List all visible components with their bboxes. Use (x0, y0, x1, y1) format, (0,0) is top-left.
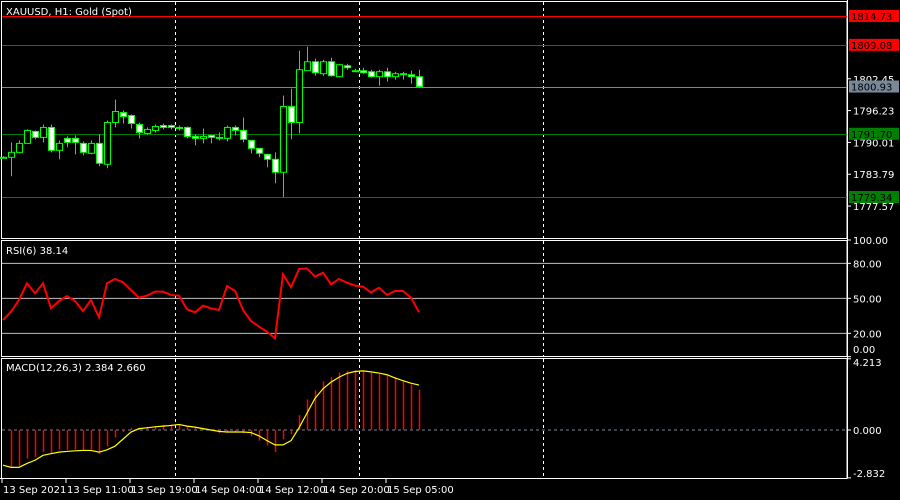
rsi-label: RSI(6) 38.14 (6, 246, 68, 257)
bear-candle (240, 129, 247, 140)
bear-candle (96, 142, 103, 164)
time-axis: 13 Sep 2021 13 Sep 11:0013 Sep 19:0014 Se… (0, 478, 847, 496)
bull-candle (304, 61, 311, 72)
macd-tick-label: -2.832 (853, 469, 885, 480)
bull-candle (352, 70, 359, 73)
bull-candle (176, 126, 183, 129)
chart-title: XAUUSD, H1: Gold (Spot) (6, 7, 132, 18)
time-tick-label: 15 Sep 05:00 (387, 485, 454, 496)
bear-candle (80, 142, 87, 153)
bear-candle (248, 139, 255, 149)
bull-candle (40, 126, 47, 138)
bear-candle (120, 112, 127, 117)
bear-candle (232, 126, 239, 131)
price-label: 1809.08 (851, 41, 892, 52)
bull-candle (144, 128, 151, 134)
bull-candle (200, 135, 207, 139)
bear-candle (64, 137, 71, 143)
bear-candle (264, 153, 271, 160)
macd-panel[interactable]: 4.213 0.000 -2.832 (1, 358, 886, 480)
rsi-tick-label: 0.00 (853, 345, 875, 356)
bear-candle (48, 126, 55, 151)
time-tick-label: 13 Sep 19:00 (131, 485, 198, 496)
price-label: 1800.93 (851, 83, 892, 94)
bear-candle (160, 124, 167, 128)
bear-candle (368, 71, 375, 78)
bear-candle (328, 61, 335, 77)
bear-candle (168, 124, 175, 128)
bull-candle (280, 106, 287, 173)
bear-candle (384, 71, 391, 78)
time-tick-label: 13 Sep 11:00 (67, 485, 134, 496)
bear-candle (272, 158, 279, 173)
macd-label: MACD(12,26,3) 2.384 2.660 (6, 363, 146, 374)
rsi-tick-label: 50.00 (853, 294, 882, 305)
bear-candle (208, 134, 215, 138)
rsi-panel[interactable]: 100.00 80.00 50.00 20.00 0.00 (1, 236, 889, 358)
time-tick-label: 14 Sep 20:00 (323, 485, 390, 496)
rsi-tick-label: 80.00 (853, 259, 882, 270)
bear-candle (288, 106, 295, 123)
bear-candle (136, 123, 143, 133)
price-tick-label: 1783.79 (853, 170, 894, 181)
macd-tick-label: 4.213 (853, 358, 882, 369)
bear-candle (32, 130, 39, 138)
bull-candle (224, 126, 231, 139)
price-tick-label: 1796.23 (853, 107, 894, 118)
time-tick-label: 14 Sep 04:00 (195, 485, 262, 496)
bull-candle (296, 69, 303, 123)
bull-candle (104, 121, 111, 165)
bear-candle (216, 136, 223, 139)
bull-candle (320, 61, 327, 75)
bull-candle (16, 142, 23, 153)
bear-candle (72, 137, 79, 143)
bull-candle (112, 111, 119, 123)
bear-candle (192, 135, 199, 139)
price-label: 1779.34 (851, 193, 892, 204)
bear-candle (344, 65, 351, 69)
rsi-tick-label: 20.00 (853, 329, 882, 340)
rsi-tick-label: 100.00 (853, 236, 888, 247)
bull-candle (152, 125, 159, 131)
bull-candle (376, 71, 383, 78)
bear-candle (360, 70, 367, 74)
price-panel[interactable]: 1802.451796.231790.011783.791777.571814.… (0, 0, 900, 478)
bull-candle (336, 64, 343, 78)
trading-chart[interactable]: 1802.451796.231790.011783.791777.571814.… (0, 0, 900, 500)
bull-candle (392, 73, 399, 78)
bull-candle (56, 142, 63, 151)
time-tick-label: 14 Sep 12:00 (259, 485, 326, 496)
macd-frame (1, 358, 848, 479)
bear-candle (184, 126, 191, 137)
macd-tick-label: 0.000 (853, 426, 882, 437)
rsi-line (2, 267, 420, 341)
bear-candle (416, 76, 423, 88)
bull-candle (0, 156, 7, 159)
price-label: 1791.70 (851, 130, 892, 141)
bear-candle (400, 73, 407, 76)
bull-candle (24, 129, 31, 144)
macd-signal-line (2, 370, 420, 468)
bear-candle (128, 115, 135, 124)
bear-candle (312, 61, 319, 74)
bull-candle (88, 142, 95, 154)
bear-candle (408, 74, 415, 78)
time-tick-label: 13 Sep 2021 (3, 485, 66, 496)
price-label: 1814.73 (851, 12, 892, 23)
bear-candle (256, 147, 263, 154)
bull-candle (8, 151, 15, 158)
